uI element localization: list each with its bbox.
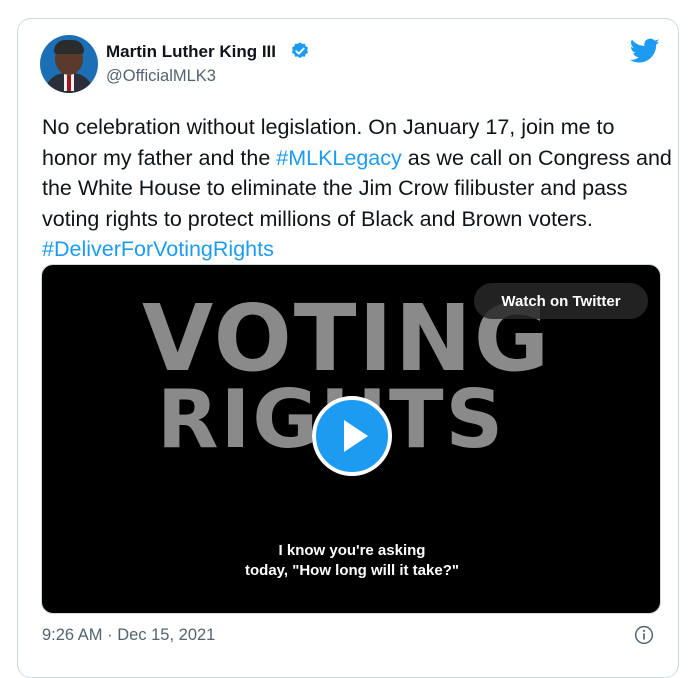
- video-caption-line-2: today, "How long will it take?": [245, 562, 459, 579]
- play-button[interactable]: [312, 396, 392, 476]
- author-name[interactable]: Martin Luther King III: [106, 42, 276, 62]
- video-player[interactable]: VOTING RIGHTS Watch on Twitter I know yo…: [41, 264, 661, 614]
- info-icon[interactable]: [634, 625, 654, 645]
- video-caption: I know you're asking today, "How long wi…: [42, 541, 660, 581]
- avatar-hair: [54, 40, 84, 54]
- play-icon: [344, 420, 368, 452]
- author-handle[interactable]: @OfficialMLK3: [106, 67, 216, 86]
- twitter-bird-icon[interactable]: [630, 38, 660, 64]
- hashtag-mlklegacy[interactable]: #MLKLegacy: [276, 146, 402, 170]
- tweet-text: No celebration without legislation. On J…: [42, 112, 672, 265]
- verified-badge-icon: [292, 42, 308, 59]
- avatar[interactable]: [40, 35, 98, 93]
- hashtag-deliverforvotingrights[interactable]: #DeliverForVotingRights: [42, 237, 274, 261]
- video-caption-line-1: I know you're asking: [278, 542, 426, 559]
- avatar-tie: [67, 75, 71, 91]
- tweet-timestamp[interactable]: 9:26 AM · Dec 15, 2021: [42, 626, 215, 645]
- watch-on-twitter-button[interactable]: Watch on Twitter: [474, 283, 648, 319]
